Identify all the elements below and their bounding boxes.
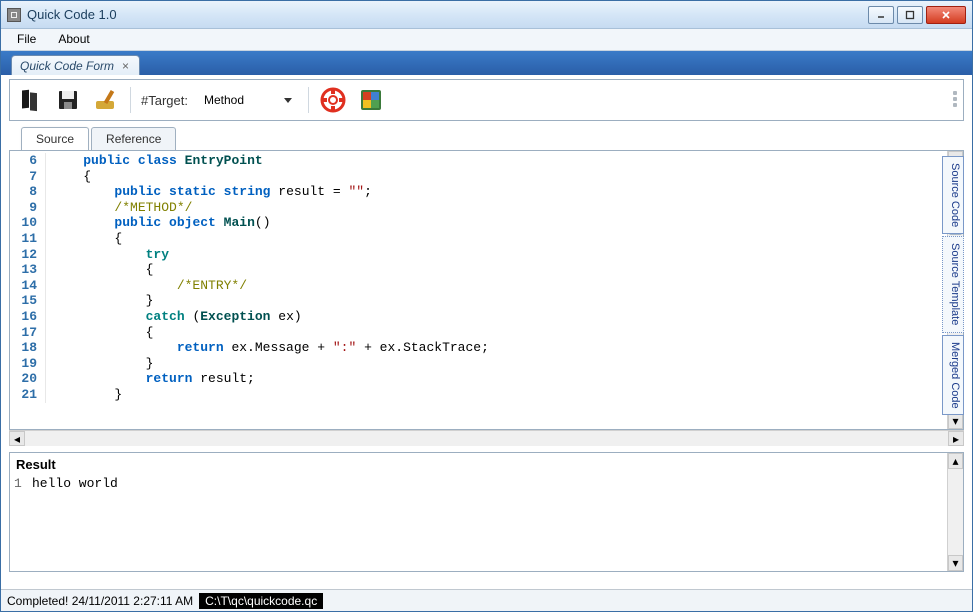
window-title: Quick Code 1.0 bbox=[27, 7, 868, 22]
code-text[interactable]: public class EntryPoint bbox=[46, 153, 263, 169]
result-title: Result bbox=[10, 453, 963, 476]
code-line[interactable]: 16 catch (Exception ex) bbox=[10, 309, 947, 325]
code-text[interactable]: try bbox=[46, 247, 169, 263]
code-line[interactable]: 10 public object Main() bbox=[10, 215, 947, 231]
code-text[interactable]: /*METHOD*/ bbox=[46, 200, 192, 216]
line-number: 7 bbox=[10, 169, 46, 185]
target-value: Method bbox=[204, 93, 244, 107]
edit-icon[interactable] bbox=[92, 86, 120, 114]
code-text[interactable]: } bbox=[46, 387, 122, 403]
line-number: 8 bbox=[10, 184, 46, 200]
side-tab-source-code[interactable]: Source Code bbox=[942, 156, 964, 234]
line-number: 12 bbox=[10, 247, 46, 263]
code-line[interactable]: 17 { bbox=[10, 325, 947, 341]
line-number: 11 bbox=[10, 231, 46, 247]
separator bbox=[308, 87, 309, 113]
line-number: 21 bbox=[10, 387, 46, 403]
result-line-number: 1 bbox=[14, 476, 32, 491]
status-filepath: C:\T\qc\quickcode.qc bbox=[199, 593, 323, 609]
status-completed: Completed! 24/11/2011 2:27:11 AM bbox=[7, 594, 193, 608]
line-number: 19 bbox=[10, 356, 46, 372]
code-text[interactable]: { bbox=[46, 262, 153, 278]
chevron-down-icon bbox=[284, 98, 292, 103]
scroll-left-icon[interactable]: ◂ bbox=[9, 431, 25, 446]
tab-source[interactable]: Source bbox=[21, 127, 89, 150]
code-text[interactable]: } bbox=[46, 293, 153, 309]
code-line[interactable]: 11 { bbox=[10, 231, 947, 247]
side-tab-source-template[interactable]: Source Template bbox=[942, 236, 964, 332]
document-tab[interactable]: Quick Code Form × bbox=[11, 55, 140, 75]
tab-close-icon[interactable]: × bbox=[120, 59, 131, 73]
statusbar: Completed! 24/11/2011 2:27:11 AM C:\T\qc… bbox=[1, 589, 972, 611]
menubar: File About bbox=[1, 29, 972, 51]
line-number: 10 bbox=[10, 215, 46, 231]
code-text[interactable]: } bbox=[46, 356, 153, 372]
line-number: 18 bbox=[10, 340, 46, 356]
code-editor[interactable]: 6 public class EntryPoint7 {8 public sta… bbox=[9, 150, 964, 430]
scroll-right-icon[interactable]: ▸ bbox=[948, 431, 964, 446]
line-number: 6 bbox=[10, 153, 46, 169]
scroll-down-icon[interactable]: ▾ bbox=[948, 555, 963, 571]
side-tabs: Source Code Source Template Merged Code bbox=[942, 156, 964, 415]
line-number: 15 bbox=[10, 293, 46, 309]
code-line[interactable]: 6 public class EntryPoint bbox=[10, 153, 947, 169]
line-number: 9 bbox=[10, 200, 46, 216]
code-line[interactable]: 9 /*METHOD*/ bbox=[10, 200, 947, 216]
code-text[interactable]: { bbox=[46, 169, 91, 185]
code-text[interactable]: public static string result = ""; bbox=[46, 184, 372, 200]
code-line[interactable]: 19 } bbox=[10, 356, 947, 372]
save-icon[interactable] bbox=[54, 86, 82, 114]
code-line[interactable]: 21 } bbox=[10, 387, 947, 403]
code-line[interactable]: 12 try bbox=[10, 247, 947, 263]
line-number: 16 bbox=[10, 309, 46, 325]
document-tabstrip: Quick Code Form × bbox=[1, 51, 972, 75]
result-text: hello world bbox=[32, 476, 118, 491]
scroll-up-icon[interactable]: ▴ bbox=[948, 453, 963, 469]
open-icon[interactable] bbox=[16, 86, 44, 114]
side-tab-merged-code[interactable]: Merged Code bbox=[942, 335, 964, 416]
code-text[interactable]: { bbox=[46, 325, 153, 341]
separator bbox=[130, 87, 131, 113]
line-number: 13 bbox=[10, 262, 46, 278]
tab-reference[interactable]: Reference bbox=[91, 127, 176, 150]
run-icon[interactable] bbox=[357, 86, 385, 114]
code-text[interactable]: catch (Exception ex) bbox=[46, 309, 302, 325]
result-line: 1hello world bbox=[10, 476, 963, 491]
code-line[interactable]: 7 { bbox=[10, 169, 947, 185]
code-text[interactable]: /*ENTRY*/ bbox=[46, 278, 247, 294]
code-text[interactable]: return ex.Message + ":" + ex.StackTrace; bbox=[46, 340, 489, 356]
code-line[interactable]: 15 } bbox=[10, 293, 947, 309]
result-panel: Result 1hello world ▴ ▾ bbox=[9, 452, 964, 572]
target-dropdown[interactable]: Method bbox=[198, 91, 298, 109]
code-text[interactable]: return result; bbox=[46, 371, 255, 387]
menu-about[interactable]: About bbox=[48, 29, 99, 50]
code-line[interactable]: 13 { bbox=[10, 262, 947, 278]
maximize-button[interactable] bbox=[897, 6, 923, 24]
code-text[interactable]: { bbox=[46, 231, 122, 247]
close-button[interactable] bbox=[926, 6, 966, 24]
minimize-button[interactable] bbox=[868, 6, 894, 24]
line-number: 17 bbox=[10, 325, 46, 341]
scroll-down-icon[interactable]: ▾ bbox=[948, 413, 963, 429]
result-vertical-scrollbar[interactable]: ▴ ▾ bbox=[947, 453, 963, 571]
target-label: #Target: bbox=[141, 93, 188, 108]
titlebar[interactable]: Quick Code 1.0 bbox=[1, 1, 972, 29]
line-number: 20 bbox=[10, 371, 46, 387]
horizontal-scrollbar[interactable]: ◂ ▸ bbox=[9, 430, 964, 446]
code-line[interactable]: 18 return ex.Message + ":" + ex.StackTra… bbox=[10, 340, 947, 356]
code-text[interactable]: public object Main() bbox=[46, 215, 271, 231]
line-number: 14 bbox=[10, 278, 46, 294]
menu-file[interactable]: File bbox=[7, 29, 46, 50]
document-tab-label: Quick Code Form bbox=[20, 59, 114, 73]
toolbar-grip[interactable] bbox=[953, 84, 959, 114]
toolbar: #Target: Method bbox=[9, 79, 964, 121]
code-line[interactable]: 14 /*ENTRY*/ bbox=[10, 278, 947, 294]
app-icon bbox=[7, 8, 21, 22]
code-line[interactable]: 8 public static string result = ""; bbox=[10, 184, 947, 200]
code-line[interactable]: 20 return result; bbox=[10, 371, 947, 387]
inner-tabs: Source Reference bbox=[21, 127, 964, 150]
help-icon[interactable] bbox=[319, 86, 347, 114]
